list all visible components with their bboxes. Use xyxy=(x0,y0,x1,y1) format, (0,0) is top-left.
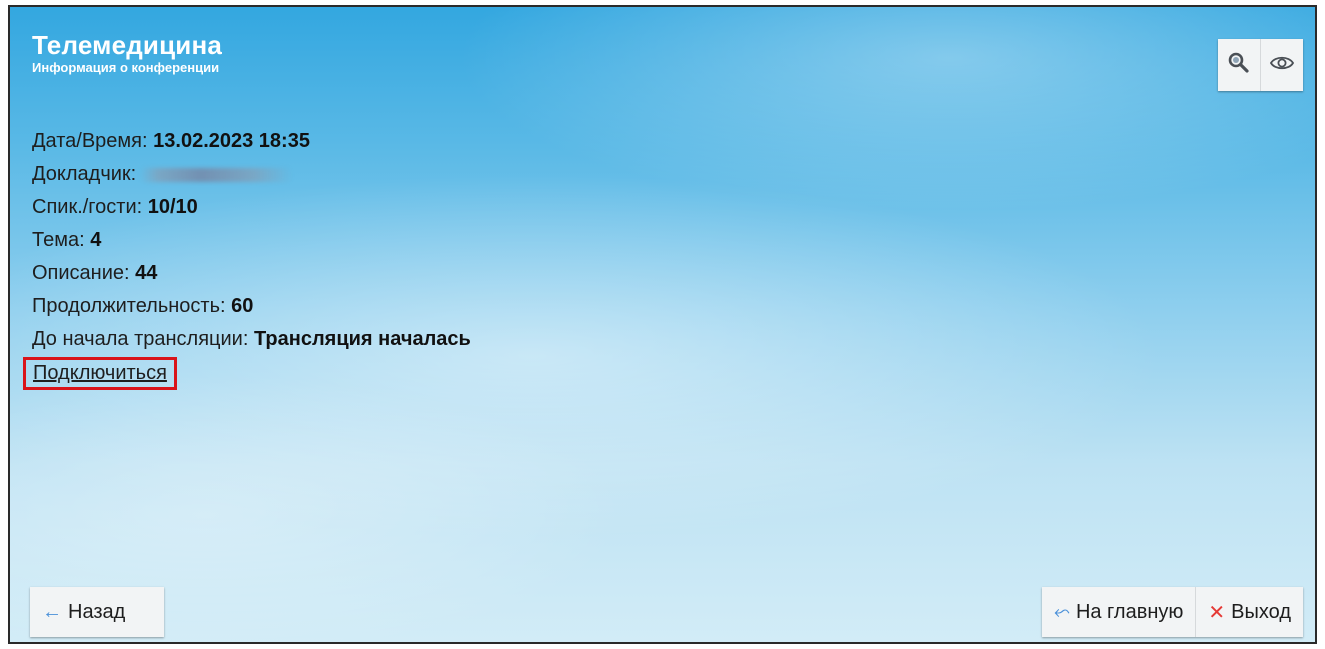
speakers-guests-row: Спик./гости: 10/10 xyxy=(32,191,471,224)
speakers-guests-value: 10/10 xyxy=(147,196,198,218)
page-subtitle: Информация о конференции xyxy=(32,60,220,75)
back-button[interactable]: ← Назад xyxy=(30,587,164,637)
topic-value: 4 xyxy=(90,229,102,251)
toolbar xyxy=(1218,39,1303,91)
conference-info: Дата/Время: 13.02.2023 18:35 Докладчик: … xyxy=(23,125,471,390)
search-button[interactable] xyxy=(1218,39,1260,91)
return-arrow-icon: ⬿ xyxy=(1053,600,1070,623)
speaker-label: Докладчик: xyxy=(32,163,137,185)
home-label: На главную xyxy=(1075,600,1184,623)
home-button[interactable]: ⬿ На главную xyxy=(1042,587,1195,637)
description-label: Описание: xyxy=(32,262,130,284)
topic-label: Тема: xyxy=(32,229,85,251)
connect-link[interactable]: Подключиться xyxy=(33,362,167,384)
connect-highlight: Подключиться xyxy=(23,357,177,390)
duration-value: 60 xyxy=(231,295,254,317)
app-title: Телемедицина xyxy=(32,30,223,60)
duration-label: Продолжительность: xyxy=(32,295,226,317)
bottom-right-actions: ⬿ На главную ✕ Выход xyxy=(1041,587,1303,637)
back-label: Назад xyxy=(68,600,126,623)
description-value: 44 xyxy=(135,262,158,284)
speaker-row: Докладчик: xyxy=(32,158,471,191)
exit-label: Выход xyxy=(1231,600,1291,623)
datetime-row: Дата/Время: 13.02.2023 18:35 xyxy=(32,125,471,158)
until-start-value: Трансляция началась xyxy=(253,328,471,350)
search-icon xyxy=(1227,51,1251,80)
datetime-label: Дата/Время: xyxy=(32,130,148,152)
duration-row: Продолжительность: 60 xyxy=(32,290,471,323)
view-button[interactable] xyxy=(1260,39,1303,91)
datetime-value: 13.02.2023 18:35 xyxy=(153,130,310,152)
exit-button[interactable]: ✕ Выход xyxy=(1195,587,1303,637)
app-window: Телемедицина Информация о конференции Да… xyxy=(8,5,1317,644)
arrow-left-icon: ← xyxy=(42,600,62,623)
description-row: Описание: 44 xyxy=(32,257,471,290)
speaker-value-redacted xyxy=(140,167,293,182)
topic-row: Тема: 4 xyxy=(32,224,471,257)
until-start-row: До начала трансляции: Трансляция началас… xyxy=(32,323,471,356)
speakers-guests-label: Спик./гости: xyxy=(32,196,143,218)
until-start-label: До начала трансляции: xyxy=(32,328,249,350)
eye-icon xyxy=(1269,53,1295,78)
close-icon: ✕ xyxy=(1208,601,1226,624)
header: Телемедицина Информация о конференции xyxy=(32,31,222,76)
